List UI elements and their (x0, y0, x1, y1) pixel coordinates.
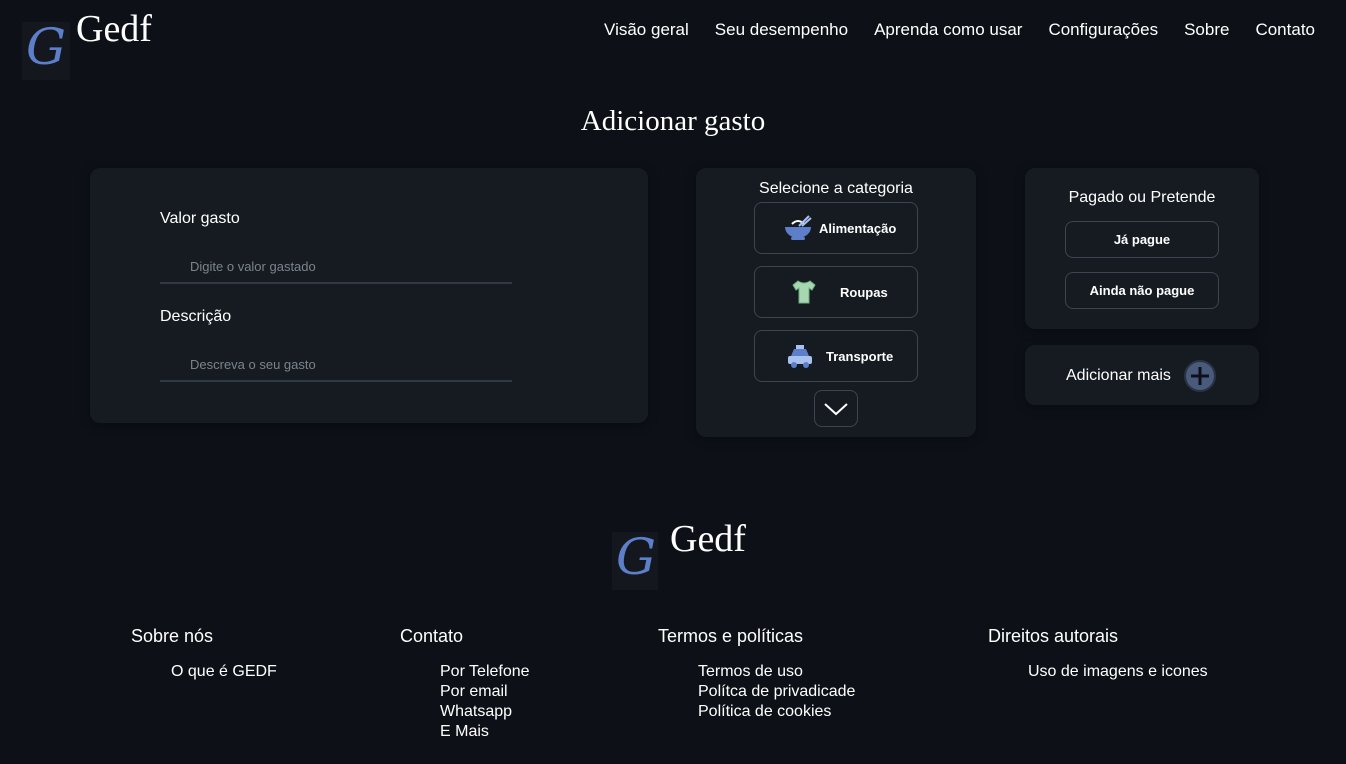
nav-performance[interactable]: Seu desempenho (715, 19, 848, 41)
footer-col-contact: Contato Por Telefone Por email Whatsapp … (400, 626, 530, 742)
chevron-down-icon (824, 402, 848, 415)
nav-contact[interactable]: Contato (1255, 19, 1315, 41)
logo-g-icon: G (22, 22, 70, 80)
already-paid-button[interactable]: Já pague (1065, 221, 1219, 258)
footer-link[interactable]: Uso de imagens e icones (1028, 662, 1208, 682)
footer-link[interactable]: Whatsapp (440, 702, 530, 722)
footer-col-title: Termos e políticas (658, 626, 804, 646)
footer-brand-name: Gedf (670, 518, 746, 560)
footer-logo-g-icon: G (612, 532, 658, 590)
footer-link[interactable]: Por email (440, 682, 530, 702)
car-icon (788, 345, 812, 368)
footer-link[interactable]: Polítca de privadicade (698, 682, 855, 702)
category-clothes-button[interactable]: Roupas (754, 266, 918, 318)
add-more-label: Adicionar mais (1066, 367, 1171, 384)
footer-link[interactable]: Termos de uso (698, 662, 855, 682)
shirt-icon (792, 280, 816, 304)
footer-link[interactable]: E Mais (440, 722, 530, 742)
footer-logo[interactable]: G Gedf (612, 520, 746, 590)
footer-link[interactable]: Por Telefone (440, 662, 530, 682)
category-clothes-label: Roupas (840, 284, 888, 300)
footer-col-title: Contato (400, 626, 464, 646)
nav-about[interactable]: Sobre (1184, 19, 1229, 41)
expense-form-card: Valor gasto Descrição (90, 168, 648, 423)
brand-name: Gedf (76, 8, 152, 50)
food-bowl-icon (785, 215, 812, 240)
category-card: Selecione a categoria Alimentação Roupas… (696, 168, 976, 437)
category-food-label: Alimentação (819, 220, 897, 236)
footer-link[interactable]: O que é GEDF (171, 662, 277, 682)
footer-col-terms: Termos e políticas Termos de uso Polítca… (658, 626, 855, 722)
nav-settings[interactable]: Configurações (1048, 19, 1158, 41)
category-transport-button[interactable]: Transporte (754, 330, 918, 382)
value-input[interactable] (160, 250, 512, 284)
nav-overview[interactable]: Visão geral (604, 19, 689, 41)
brand-logo[interactable]: G Gedf (22, 10, 152, 80)
footer-col-title: Direitos autorais (988, 626, 1119, 646)
payment-title: Pagado ou Pretende (1068, 189, 1216, 206)
value-label: Valor gasto (160, 210, 240, 227)
category-transport-label: Transporte (826, 348, 894, 364)
footer-col-about: Sobre nós O que é GEDF (131, 626, 277, 682)
category-title: Selecione a categoria (759, 180, 913, 197)
nav-learn[interactable]: Aprenda como usar (874, 19, 1022, 41)
footer-col-title: Sobre nós (131, 626, 214, 646)
add-more-button[interactable]: Adicionar mais (1025, 345, 1259, 405)
show-more-categories-button[interactable] (814, 390, 858, 427)
not-paid-button[interactable]: Ainda não pague (1065, 272, 1219, 309)
footer-link[interactable]: Política de cookies (698, 702, 855, 722)
description-input[interactable] (160, 348, 512, 382)
main-nav: Visão geral Seu desempenho Aprenda como … (604, 19, 1315, 41)
plus-circle-icon (1184, 360, 1216, 392)
footer-col-copyright: Direitos autorais Uso de imagens e icone… (988, 626, 1208, 682)
page-title: Adicionar gasto (580, 105, 766, 137)
payment-status-card: Pagado ou Pretende Já pague Ainda não pa… (1025, 168, 1259, 329)
category-food-button[interactable]: Alimentação (754, 202, 918, 254)
description-label: Descrição (160, 308, 232, 325)
